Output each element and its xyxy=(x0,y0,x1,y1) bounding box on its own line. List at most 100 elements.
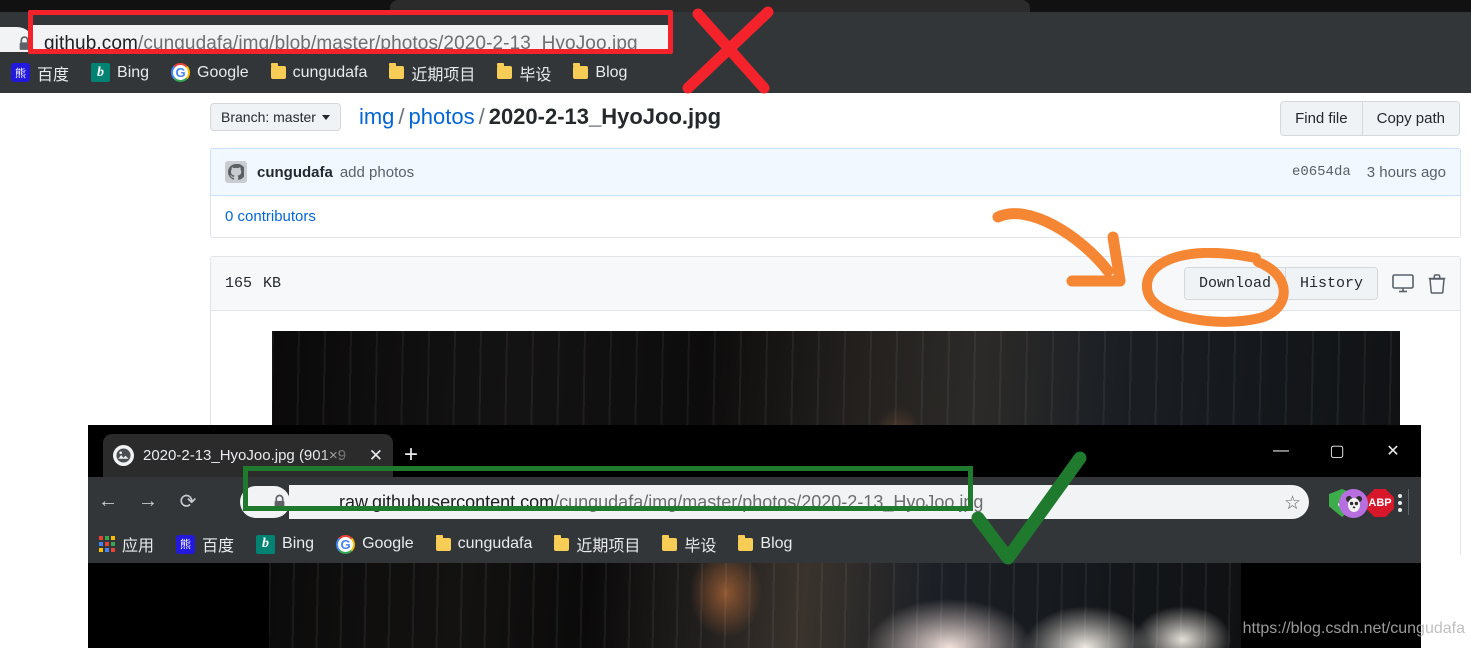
commit-author[interactable]: cungudafa xyxy=(257,164,333,181)
chrome-url-host: raw.githubusercontent.com xyxy=(339,491,555,512)
bookmark-label: 近期项目 xyxy=(411,66,476,84)
commit-sha[interactable]: e0654da xyxy=(1292,164,1351,180)
bookmark-recent-projects[interactable]: 近期项目 xyxy=(378,57,486,89)
chrome-url-path: /cungudafa/img/master/photos/2020-2-13_H… xyxy=(554,491,984,512)
commit-time: 3 hours ago xyxy=(1366,163,1446,181)
bookmark-baidu[interactable]: 熊 百度 xyxy=(0,57,80,89)
history-button[interactable]: History xyxy=(1284,268,1377,299)
baidu-icon: 熊 xyxy=(11,63,30,82)
chrome-tab-title: 2020-2-13_HyoJoo.jpg (901×9 xyxy=(143,447,347,464)
new-tab-button[interactable]: + xyxy=(404,443,418,467)
bookmark-label: 毕设 xyxy=(519,66,552,84)
github-file-header: Branch: master img / photos/2020-2-13_HyoJ… xyxy=(210,95,1460,139)
chrome-url-input[interactable]: raw.githubusercontent.com/cungudafa/img/… xyxy=(289,485,1309,519)
google-icon xyxy=(336,534,356,554)
trash-icon[interactable] xyxy=(1428,273,1446,294)
image-file-icon xyxy=(113,445,134,466)
copy-path-button[interactable]: Copy path xyxy=(1361,102,1459,135)
chrome-titlebar: 2020-2-13_HyoJoo.jpg (901×9 ✕ + — ▢ ✕ xyxy=(88,425,1421,477)
bookmark-label: Google xyxy=(362,535,414,552)
folder-icon xyxy=(389,63,405,79)
folder-icon xyxy=(497,63,513,79)
bookmark-label: Blog xyxy=(595,63,628,81)
folder-icon xyxy=(554,534,570,551)
github-header-actions: Find file Copy path xyxy=(1280,101,1460,136)
bookmark-label: 应用 xyxy=(122,538,155,555)
breadcrumb-separator: / xyxy=(398,104,405,129)
bookmark-cungudafa[interactable]: cungudafa xyxy=(425,531,544,557)
monitor-icon[interactable] xyxy=(1392,274,1414,293)
bookmark-google[interactable]: Google xyxy=(325,531,425,558)
folder-icon xyxy=(573,63,589,79)
bookmark-bing[interactable]: b Bing xyxy=(245,531,325,558)
orange-circle-highlight xyxy=(1141,248,1289,327)
bookmark-label: Bing xyxy=(282,535,315,552)
close-icon[interactable]: ✕ xyxy=(369,446,383,466)
back-button[interactable]: ← xyxy=(88,477,128,525)
commit-message[interactable]: add photos xyxy=(340,164,414,181)
folder-icon xyxy=(738,534,754,551)
breadcrumb-filename: 2020-2-13_HyoJoo.jpg xyxy=(488,104,722,129)
lock-icon[interactable] xyxy=(273,494,286,510)
latest-commit-bar: cungudafa add photos e0654da 3 hours ago xyxy=(210,148,1461,196)
bookmark-label: 百度 xyxy=(37,66,70,84)
chrome-window: 2020-2-13_HyoJoo.jpg (901×9 ✕ + — ▢ ✕ ← … xyxy=(88,425,1421,648)
maximize-button[interactable]: ▢ xyxy=(1309,425,1365,477)
breadcrumb-dir-img[interactable]: img xyxy=(359,104,394,129)
breadcrumb-dir-photos[interactable]: photos xyxy=(409,104,475,129)
star-icon[interactable]: ☆ xyxy=(1284,492,1301,515)
branch-selector-label: Branch: master xyxy=(221,109,316,125)
forward-button[interactable]: → xyxy=(128,477,168,525)
bookmark-label: Bing xyxy=(117,63,150,81)
bookmark-blog[interactable]: Blog xyxy=(727,531,803,557)
github-mark-icon xyxy=(228,164,244,180)
green-check-mark xyxy=(971,451,1087,565)
bookmark-blog[interactable]: Blog xyxy=(562,60,638,86)
raw-image[interactable] xyxy=(268,563,1241,648)
bookmark-label: 百度 xyxy=(202,538,235,555)
avatar xyxy=(225,161,247,183)
bookmark-thesis[interactable]: 毕设 xyxy=(651,528,727,560)
branch-selector-button[interactable]: Branch: master xyxy=(210,103,341,131)
breadcrumb: img / photos/2020-2-13_HyoJoo.jpg xyxy=(359,104,721,130)
bookmark-label: Blog xyxy=(760,535,793,552)
screenshot-root: github.com/cungudafa/img/blob/master/pho… xyxy=(0,0,1471,648)
folder-icon xyxy=(662,534,678,551)
contributors-bar: 0 contributors xyxy=(210,196,1461,238)
orange-arrow xyxy=(992,208,1126,287)
folder-icon xyxy=(270,63,286,79)
breadcrumb-separator: / xyxy=(478,104,485,129)
three-dot-menu-icon[interactable] xyxy=(1385,487,1415,519)
find-file-button[interactable]: Find file xyxy=(1281,102,1362,135)
apps-grid-icon xyxy=(99,536,115,552)
profile-avatar[interactable] xyxy=(1339,489,1368,518)
bookmark-label: cungudafa xyxy=(292,63,368,81)
contributors-link[interactable]: 0 contributors xyxy=(225,208,316,225)
bing-icon: b xyxy=(256,534,276,554)
bookmark-recent-projects[interactable]: 近期项目 xyxy=(543,528,651,560)
bookmark-bing[interactable]: b Bing xyxy=(80,59,160,86)
bookmark-baidu[interactable]: 熊 百度 xyxy=(165,528,245,560)
panda-avatar-icon xyxy=(1345,495,1362,512)
chevron-down-icon xyxy=(321,114,330,120)
minimize-button[interactable]: — xyxy=(1253,425,1309,477)
bookmark-thesis[interactable]: 毕设 xyxy=(486,57,562,89)
file-size-value: 165 xyxy=(225,275,253,292)
watermark: https://blog.csdn.net/cungudafa xyxy=(1242,620,1465,637)
chrome-tab[interactable]: 2020-2-13_HyoJoo.jpg (901×9 ✕ xyxy=(103,434,393,477)
baidu-icon: 熊 xyxy=(176,534,196,554)
bookmark-google[interactable]: Google xyxy=(160,59,260,86)
window-controls: — ▢ ✕ xyxy=(1253,425,1421,477)
file-size-unit: KB xyxy=(263,275,282,292)
bing-icon: b xyxy=(91,63,111,82)
bookmark-label: cungudafa xyxy=(457,535,533,552)
bookmark-label: Google xyxy=(197,63,249,81)
bookmark-apps[interactable]: 应用 xyxy=(88,528,165,560)
red-x-mark xyxy=(682,6,774,94)
bookmark-label: 毕设 xyxy=(684,538,717,555)
google-icon xyxy=(171,63,191,82)
reload-button[interactable]: ⟳ xyxy=(168,477,208,525)
window-close-button[interactable]: ✕ xyxy=(1365,425,1421,477)
bookmark-cungudafa[interactable]: cungudafa xyxy=(260,60,379,86)
chrome-bookmarks-bar: 应用 熊 百度 b Bing Google cungudafa 近期项目 xyxy=(88,525,1421,563)
